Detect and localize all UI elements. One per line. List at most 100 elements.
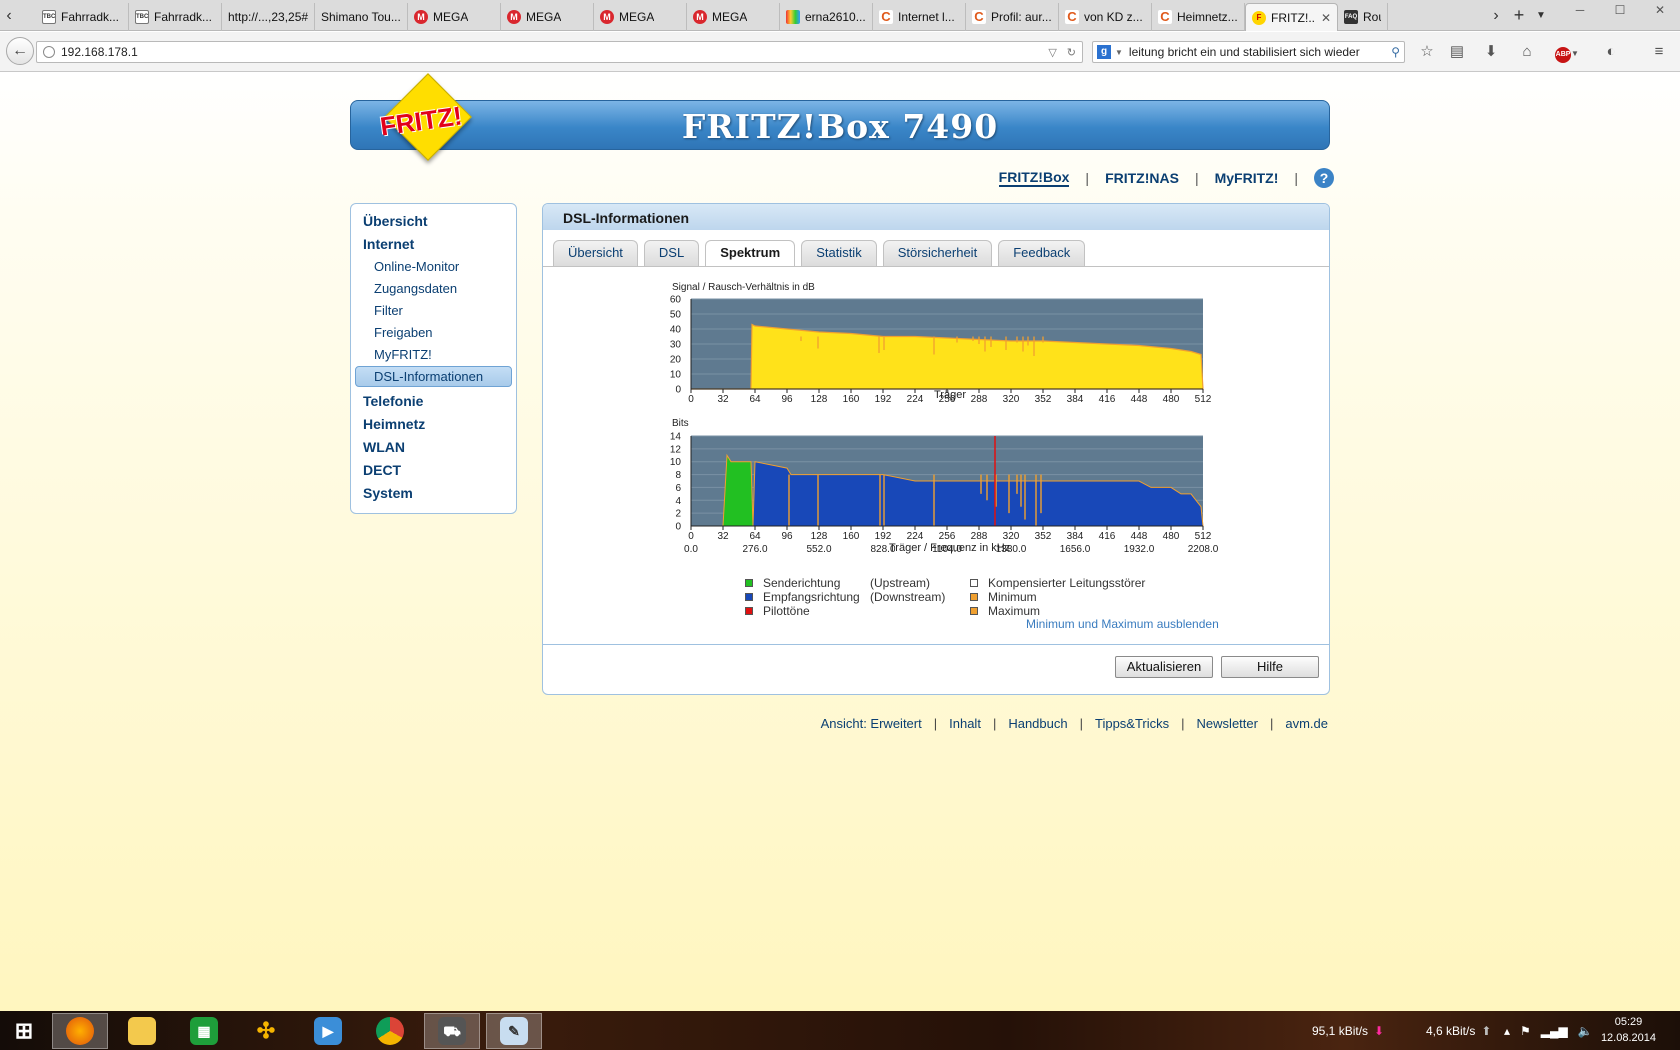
tab-scroll-left-icon[interactable]: ‹ bbox=[0, 0, 18, 31]
sidebar-item-uebersicht[interactable]: Übersicht bbox=[355, 210, 512, 233]
google-search-icon[interactable]: g bbox=[1097, 45, 1111, 59]
footer-link-inhalt[interactable]: Inhalt bbox=[949, 716, 981, 731]
browser-tab[interactable]: Shimano Tou... bbox=[315, 3, 408, 31]
url-bar[interactable]: 192.168.178.1 ▽ ↻ bbox=[36, 41, 1083, 63]
sidebar-item-filter[interactable]: Filter bbox=[355, 300, 512, 322]
footer-link-handbuch[interactable]: Handbuch bbox=[1008, 716, 1067, 731]
browser-tab[interactable]: FAQ Rou bbox=[1338, 3, 1388, 31]
browser-tab[interactable]: Cvon KD z... bbox=[1059, 3, 1152, 31]
action-center-flag-icon[interactable]: ⚑ bbox=[1520, 1024, 1531, 1038]
tab-dsl[interactable]: DSL bbox=[643, 240, 700, 266]
x-tick-label: 32 bbox=[717, 531, 729, 542]
browser-tab[interactable]: M MEGA bbox=[408, 3, 501, 31]
fritz-logo[interactable]: FRITZ! bbox=[377, 73, 482, 162]
search-bar[interactable]: g ▼ leitung bricht ein und stabilisiert … bbox=[1092, 41, 1405, 63]
taskbar-truck-app[interactable]: ⛟ bbox=[424, 1013, 480, 1049]
topnav-myfritz[interactable]: MyFRITZ! bbox=[1215, 170, 1279, 186]
tab-feedback[interactable]: Feedback bbox=[998, 240, 1086, 266]
footer-link-ansicht[interactable]: Ansicht: Erweitert bbox=[821, 716, 922, 731]
network-signal-icon[interactable]: ▂▄▆ bbox=[1541, 1024, 1568, 1038]
x-tick-label: 192 bbox=[875, 394, 892, 405]
browser-tab[interactable]: C Heimnetz... bbox=[1152, 3, 1245, 31]
browser-tab[interactable]: TBC Fahrradk... bbox=[129, 3, 222, 31]
volume-icon[interactable]: 🔈 bbox=[1578, 1024, 1593, 1038]
url-text[interactable]: 192.168.178.1 bbox=[61, 45, 138, 59]
x-tick-label: 384 bbox=[1067, 531, 1084, 542]
search-engine-chevron-down-icon[interactable]: ▼ bbox=[1115, 48, 1123, 57]
reload-icon[interactable]: ↻ bbox=[1067, 46, 1076, 59]
footer-link-newsletter[interactable]: Newsletter bbox=[1197, 716, 1258, 731]
footer-separator: | bbox=[1181, 716, 1185, 731]
legend-upstream-label: Senderichtung bbox=[763, 576, 841, 590]
sidebar-item-zugangsdaten[interactable]: Zugangsdaten bbox=[355, 278, 512, 300]
sidebar-item-dect[interactable]: DECT bbox=[355, 459, 512, 482]
url-dropdown-icon[interactable]: ▽ bbox=[1048, 46, 1056, 59]
topnav-fritzbox[interactable]: FRITZ!Box bbox=[998, 169, 1070, 187]
sidebar-item-dsl-informationen[interactable]: DSL-Informationen bbox=[355, 366, 512, 387]
maximize-icon[interactable]: ☐ bbox=[1600, 0, 1640, 22]
windows-start-icon[interactable]: ⊞ bbox=[0, 1013, 48, 1049]
sidebar-item-myfritz[interactable]: MyFRITZ! bbox=[355, 344, 512, 366]
browser-tab[interactable]: erna2610... bbox=[780, 3, 873, 31]
tab-list-chevron-down-icon[interactable]: ▼ bbox=[1532, 0, 1550, 31]
taskbar-store[interactable]: ▦ bbox=[176, 1013, 232, 1049]
tab-scroll-right-icon[interactable]: › bbox=[1487, 0, 1505, 31]
browser-tab[interactable]: M MEGA bbox=[501, 3, 594, 31]
footer-link-tipps[interactable]: Tipps&Tricks bbox=[1095, 716, 1169, 731]
minimize-icon[interactable]: ─ bbox=[1560, 0, 1600, 22]
sidebar-item-heimnetz[interactable]: Heimnetz bbox=[355, 413, 512, 436]
browser-tab[interactable]: F FRITZ!... ✕ bbox=[1245, 3, 1338, 31]
footer-link-avm[interactable]: avm.de bbox=[1285, 716, 1328, 731]
freq-tick-label: 0.0 bbox=[684, 544, 698, 555]
new-tab-icon[interactable]: + bbox=[1510, 0, 1528, 31]
adblock-icon[interactable]: ABP▼ bbox=[1552, 42, 1582, 63]
taskbar-explorer[interactable] bbox=[114, 1013, 170, 1049]
browser-tab[interactable]: C Internet l... bbox=[873, 3, 966, 31]
sidebar-item-wlan[interactable]: WLAN bbox=[355, 436, 512, 459]
download-icon[interactable]: ⬇ bbox=[1480, 42, 1502, 62]
taskbar-clock[interactable]: 05:29 12.08.2014 bbox=[1601, 1014, 1656, 1046]
browser-tab[interactable]: http://...,23,25# bbox=[222, 3, 315, 31]
tray-expand-icon[interactable]: ▴ bbox=[1504, 1024, 1510, 1038]
sidebar-item-freigaben[interactable]: Freigaben bbox=[355, 322, 512, 344]
search-icon[interactable]: ⚲ bbox=[1391, 45, 1400, 59]
legend-downstream-swatch bbox=[745, 593, 753, 601]
browser-tab[interactable]: M MEGA bbox=[594, 3, 687, 31]
bookmarks-list-icon[interactable]: ▤ bbox=[1446, 42, 1468, 62]
y-tick-label: 8 bbox=[675, 470, 681, 481]
search-input[interactable]: leitung bricht ein und stabilisiert sich… bbox=[1129, 45, 1391, 59]
refresh-button[interactable]: Aktualisieren bbox=[1115, 656, 1213, 678]
taskbar-tools[interactable]: ✣ bbox=[238, 1013, 294, 1049]
browser-tab-label: Shimano Tou... bbox=[321, 10, 401, 24]
taskbar-media[interactable]: ▶ bbox=[300, 1013, 356, 1049]
browser-tab-bar: ‹ TBC Fahrradk... TBC Fahrradk... http://...… bbox=[0, 0, 1680, 31]
tab-spektrum[interactable]: Spektrum bbox=[705, 240, 796, 267]
bookmark-star-icon[interactable]: ☆ bbox=[1416, 42, 1438, 62]
sidebar-item-system[interactable]: System bbox=[355, 482, 512, 505]
tab-uebersicht[interactable]: Übersicht bbox=[553, 240, 638, 266]
back-arrow-icon[interactable]: ← bbox=[6, 37, 34, 65]
browser-tab[interactable]: M MEGA bbox=[687, 3, 780, 31]
x-tick-label: 96 bbox=[781, 394, 793, 405]
sidebar-item-telefonie[interactable]: Telefonie bbox=[355, 390, 512, 413]
legend-compensated-swatch bbox=[970, 579, 978, 587]
home-icon[interactable]: ⌂ bbox=[1516, 42, 1538, 62]
tab-close-icon[interactable]: ✕ bbox=[1321, 11, 1331, 25]
taskbar-chrome[interactable] bbox=[362, 1013, 418, 1049]
toggle-min-max-link[interactable]: Minimum und Maximum ausblenden bbox=[1026, 617, 1219, 631]
menu-hamburger-icon[interactable]: ≡ bbox=[1648, 42, 1670, 62]
sidebar-item-online-monitor[interactable]: Online-Monitor bbox=[355, 256, 512, 278]
tab-stoersicherheit[interactable]: Störsicherheit bbox=[882, 240, 993, 266]
browser-tab[interactable]: TBC Fahrradk... bbox=[36, 3, 129, 31]
taskbar-firefox[interactable] bbox=[52, 1013, 108, 1049]
browser-tab-label: FRITZ!... bbox=[1271, 10, 1316, 25]
sync-icon[interactable]: ◐ bbox=[1600, 42, 1622, 62]
help-icon[interactable]: ? bbox=[1314, 168, 1334, 188]
close-window-icon[interactable]: ✕ bbox=[1640, 0, 1680, 22]
tab-statistik[interactable]: Statistik bbox=[801, 240, 877, 266]
help-button[interactable]: Hilfe bbox=[1221, 656, 1319, 678]
browser-tab[interactable]: C Profil: aur... bbox=[966, 3, 1059, 31]
taskbar-paint[interactable]: ✎ bbox=[486, 1013, 542, 1049]
sidebar-item-internet[interactable]: Internet bbox=[355, 233, 512, 256]
topnav-fritznas[interactable]: FRITZ!NAS bbox=[1105, 170, 1179, 186]
